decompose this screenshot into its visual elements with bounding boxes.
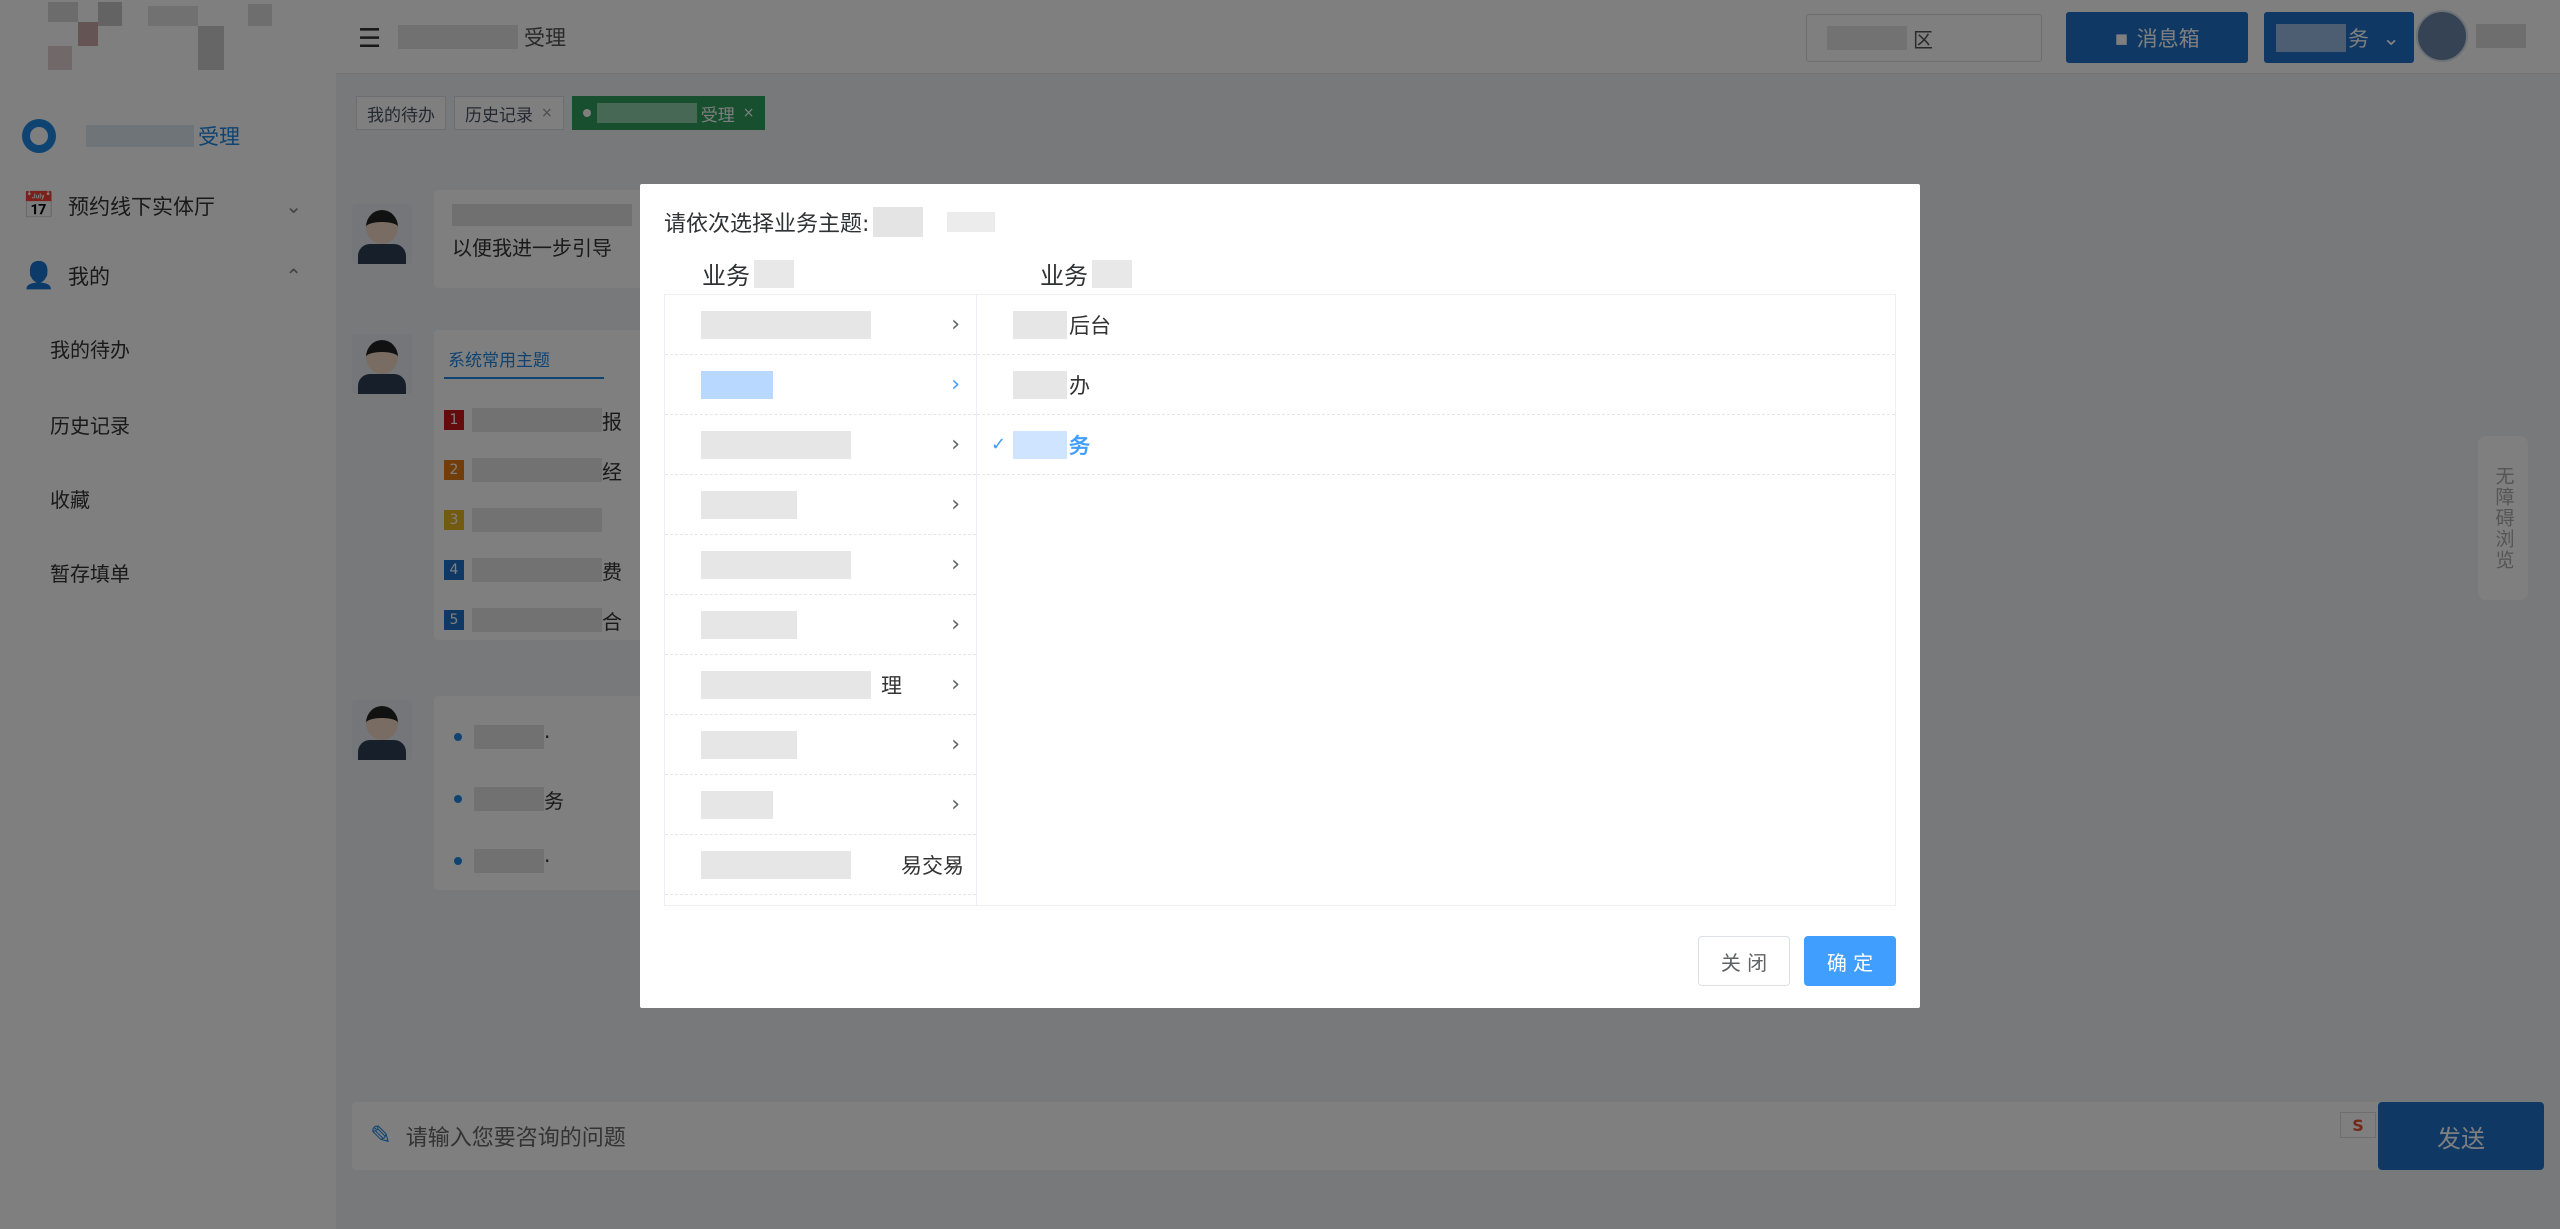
column-header-level1: 业务 xyxy=(702,256,794,291)
chevron-right-icon: › xyxy=(951,372,960,397)
list-item[interactable]: 易交易 › xyxy=(665,835,976,895)
chevron-right-icon: › xyxy=(951,672,960,697)
chevron-right-icon: › xyxy=(951,552,960,577)
list-item[interactable]: › xyxy=(665,295,976,355)
list-item[interactable]: 后台 xyxy=(977,295,1895,355)
chevron-right-icon: › xyxy=(951,432,960,457)
dialog-title: 请依次选择业务主题: xyxy=(664,206,996,238)
chevron-right-icon: › xyxy=(951,312,960,337)
list-item[interactable]: › xyxy=(665,715,976,775)
list-item[interactable]: 办 xyxy=(977,355,1895,415)
level2-list: 后台 办 ✓ 务 xyxy=(977,295,1895,475)
list-item[interactable]: › xyxy=(665,535,976,595)
chevron-right-icon: › xyxy=(951,612,960,637)
cascader-panel: › › › › › › 理 › › › 易交易 › 后台 办 ✓ 务 xyxy=(664,294,1896,906)
list-item[interactable]: › xyxy=(665,475,976,535)
topic-select-dialog: 请依次选择业务主题: 业务 业务 › › › › › › 理 › › › 易交易 ›… xyxy=(640,184,1920,1008)
level1-list: › › › › › › 理 › › › 易交易 › xyxy=(665,295,977,905)
column-header-level2: 业务 xyxy=(1040,256,1132,291)
chevron-right-icon: › xyxy=(951,732,960,757)
check-icon: ✓ xyxy=(991,434,1007,455)
close-button[interactable]: 关 闭 xyxy=(1698,936,1790,986)
list-item[interactable]: › xyxy=(665,355,976,415)
chevron-right-icon: › xyxy=(951,792,960,817)
confirm-button[interactable]: 确 定 xyxy=(1804,936,1896,986)
list-item[interactable]: › xyxy=(665,775,976,835)
chevron-right-icon: › xyxy=(951,852,960,877)
list-item[interactable]: ✓ 务 xyxy=(977,415,1895,475)
list-item[interactable]: › xyxy=(665,595,976,655)
chevron-right-icon: › xyxy=(951,492,960,517)
list-item[interactable]: › xyxy=(665,415,976,475)
list-item[interactable]: 理 › xyxy=(665,655,976,715)
